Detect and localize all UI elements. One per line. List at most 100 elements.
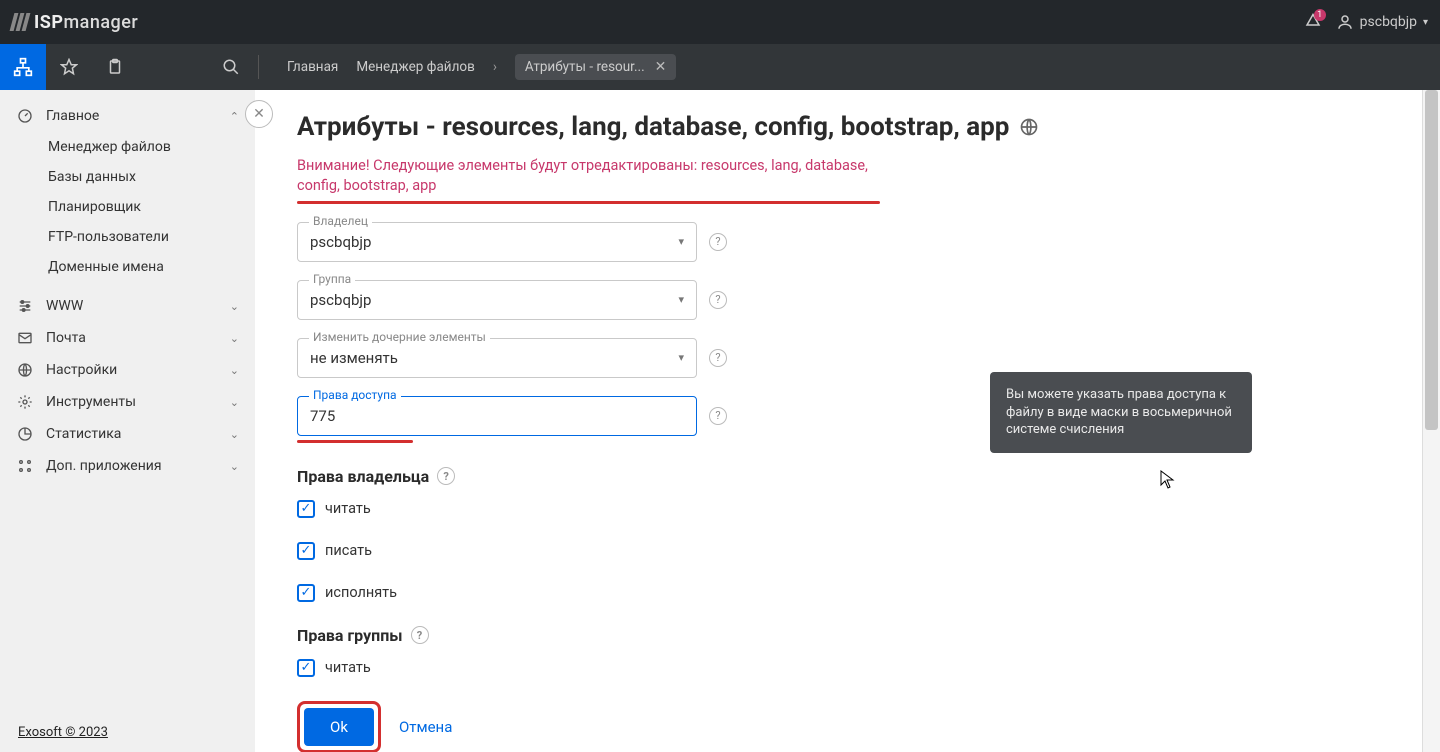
- sitemap-icon: [13, 57, 33, 77]
- chevron-down-icon: ▾: [678, 293, 684, 306]
- owner-label: Владелец: [309, 214, 372, 228]
- chevron-down-icon: ⌄: [230, 396, 239, 409]
- owner-write-label: писать: [325, 542, 372, 559]
- owner-write-row[interactable]: ✓ писать: [297, 542, 1398, 560]
- user-menu[interactable]: pscbqbjp ▾: [1336, 13, 1428, 31]
- sidebar-group-stats[interactable]: Статистика ⌄: [0, 418, 255, 450]
- sidebar-group-tools-label: Инструменты: [46, 394, 218, 410]
- checkbox-checked-icon[interactable]: ✓: [297, 659, 315, 677]
- sidebar-item-ftp[interactable]: FTP-пользователи: [0, 222, 255, 252]
- tooltip: Вы можете указать права доступа к файлу …: [990, 372, 1252, 453]
- top-bar: ISPmanager 1 pscbqbjp ▾: [0, 0, 1440, 44]
- sliders-icon: [16, 298, 34, 314]
- warning-text: Внимание! Следующие элементы будут отред…: [297, 156, 877, 197]
- group-label: Группа: [309, 272, 355, 286]
- owner-perms-help-icon[interactable]: ?: [437, 467, 455, 485]
- sidebar-group-settings[interactable]: Настройки ⌄: [0, 354, 255, 386]
- owner-value: pscbqbjp: [310, 233, 371, 251]
- chevron-down-icon: ⌄: [230, 460, 239, 473]
- ok-button[interactable]: Ok: [304, 708, 374, 746]
- breadcrumb: Главная Менеджер файлов › Атрибуты - res…: [287, 54, 676, 80]
- domain-tool-button[interactable]: [0, 44, 46, 90]
- group-read-label: читать: [325, 659, 371, 676]
- scrollbar[interactable]: [1422, 90, 1440, 752]
- ok-highlight: Ok: [297, 701, 381, 752]
- clipboard-button[interactable]: [92, 44, 138, 90]
- perm-label: Права доступа: [309, 388, 401, 402]
- search-icon: [222, 58, 240, 76]
- logo[interactable]: ISPmanager: [12, 12, 138, 33]
- sidebar-group-apps-label: Доп. приложения: [46, 458, 218, 474]
- close-tab-icon[interactable]: ✕: [655, 59, 667, 75]
- group-read-row[interactable]: ✓ читать: [297, 659, 1398, 677]
- children-value: не изменять: [310, 349, 398, 367]
- close-panel-button[interactable]: ✕: [245, 100, 273, 128]
- owner-select[interactable]: pscbqbjp ▾: [297, 222, 697, 262]
- gauge-icon: [16, 108, 34, 124]
- checkbox-checked-icon[interactable]: ✓: [297, 542, 315, 560]
- group-perms-title: Права группы ?: [297, 626, 1398, 645]
- chevron-right-icon: ›: [493, 59, 497, 75]
- group-value: pscbqbjp: [310, 291, 371, 309]
- chevron-down-icon: ⌄: [230, 364, 239, 377]
- sidebar-group-settings-label: Настройки: [46, 362, 218, 378]
- chevron-up-icon: ⌃: [230, 110, 239, 123]
- search-button[interactable]: [208, 44, 254, 90]
- checkbox-checked-icon[interactable]: ✓: [297, 500, 315, 518]
- owner-exec-label: исполнять: [325, 584, 397, 601]
- chevron-down-icon: ⌄: [230, 428, 239, 441]
- perm-help-icon[interactable]: ?: [709, 407, 727, 425]
- children-label: Изменить дочерние элементы: [309, 330, 490, 344]
- group-perms-help-icon[interactable]: ?: [411, 626, 429, 644]
- toolbar: Главная Менеджер файлов › Атрибуты - res…: [0, 44, 1440, 90]
- notif-badge: 1: [1314, 9, 1326, 21]
- group-select[interactable]: pscbqbjp ▾: [297, 280, 697, 320]
- sidebar-group-mail-label: Почта: [46, 330, 218, 346]
- scrollbar-thumb[interactable]: [1425, 90, 1438, 430]
- owner-perms-title: Права владельца ?: [297, 467, 1398, 486]
- checkbox-checked-icon[interactable]: ✓: [297, 584, 315, 602]
- chart-icon: [16, 426, 34, 442]
- sidebar-group-www-label: WWW: [46, 298, 218, 314]
- sidebar-item-domains[interactable]: Доменные имена: [0, 252, 255, 282]
- children-select[interactable]: не изменять ▾: [297, 338, 697, 378]
- children-help-icon[interactable]: ?: [709, 349, 727, 367]
- group-help-icon[interactable]: ?: [709, 291, 727, 309]
- sidebar-group-apps[interactable]: Доп. приложения ⌄: [0, 450, 255, 482]
- sidebar-group-mail[interactable]: Почта ⌄: [0, 322, 255, 354]
- apps-icon: [16, 458, 34, 474]
- notifications-button[interactable]: 1: [1304, 13, 1322, 31]
- main-content: Атрибуты - resources, lang, database, co…: [255, 90, 1440, 752]
- owner-help-icon[interactable]: ?: [709, 233, 727, 251]
- owner-read-label: читать: [325, 500, 371, 517]
- logo-rest: manager: [63, 12, 138, 33]
- sidebar-group-main[interactable]: Главное ⌃: [0, 100, 255, 132]
- mail-icon: [16, 330, 34, 346]
- chevron-down-icon: ▾: [1423, 17, 1428, 28]
- owner-read-row[interactable]: ✓ читать: [297, 500, 1398, 518]
- crumb-home[interactable]: Главная: [287, 59, 338, 75]
- chevron-down-icon: ▾: [678, 351, 684, 364]
- globe-icon: [16, 362, 34, 378]
- sidebar: Главное ⌃ Менеджер файлов Базы данных Пл…: [0, 90, 255, 752]
- warning-highlight: [297, 201, 880, 204]
- sidebar-item-file-manager[interactable]: Менеджер файлов: [0, 132, 255, 162]
- footer-link[interactable]: Exosoft © 2023: [0, 713, 255, 752]
- chevron-down-icon: ⌄: [230, 300, 239, 313]
- crumb-active-tab[interactable]: Атрибуты - resour... ✕: [515, 54, 676, 80]
- sidebar-group-www[interactable]: WWW ⌄: [0, 290, 255, 322]
- crumb-fm[interactable]: Менеджер файлов: [356, 59, 475, 75]
- sidebar-item-scheduler[interactable]: Планировщик: [0, 192, 255, 222]
- user-icon: [1336, 13, 1354, 31]
- username: pscbqbjp: [1360, 14, 1417, 30]
- permissions-input[interactable]: [297, 396, 697, 436]
- cancel-link[interactable]: Отмена: [399, 718, 452, 736]
- star-icon: [60, 58, 78, 76]
- favorite-button[interactable]: [46, 44, 92, 90]
- sidebar-group-tools[interactable]: Инструменты ⌄: [0, 386, 255, 418]
- owner-exec-row[interactable]: ✓ исполнять: [297, 584, 1398, 602]
- clipboard-icon: [106, 58, 124, 76]
- crumb-tab-label: Атрибуты - resour...: [525, 59, 645, 75]
- sidebar-group-stats-label: Статистика: [46, 426, 218, 442]
- sidebar-item-databases[interactable]: Базы данных: [0, 162, 255, 192]
